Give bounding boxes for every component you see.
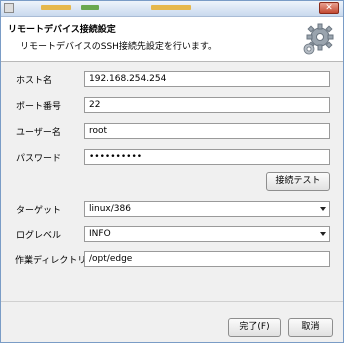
loglevel-select[interactable]: INFO: [84, 226, 330, 242]
page-title: リモートデバイス接続設定: [8, 25, 116, 35]
host-label: ホスト名: [16, 76, 53, 86]
target-label: ターゲット: [16, 206, 62, 216]
title-bar: ✕: [1, 1, 343, 17]
wizard-header: リモートデバイス接続設定 リモートデバイスのSSH接続先設定を行います。: [1, 17, 343, 62]
close-button[interactable]: ✕: [319, 2, 339, 14]
app-icon: [4, 3, 14, 13]
footer-divider: [1, 301, 343, 302]
target-value: linux/386: [89, 204, 131, 214]
port-label: ポート番号: [16, 102, 62, 112]
workdir-input[interactable]: /opt/edge: [84, 251, 330, 267]
loglevel-label: ログレベル: [16, 231, 62, 241]
chevron-down-icon: [320, 232, 326, 236]
dialog-window: ✕ リモートデバイス接続設定 リモートデバイスのSSH接続先設定を行います。 ホ…: [0, 0, 344, 343]
close-icon: ✕: [325, 3, 333, 13]
target-select[interactable]: linux/386: [84, 201, 330, 217]
cancel-button[interactable]: 取消: [288, 318, 333, 337]
titlebar-decoration: [41, 5, 71, 10]
connection-test-button[interactable]: 接続テスト: [266, 172, 330, 191]
titlebar-decoration: [151, 5, 191, 10]
password-label: パスワード: [16, 154, 62, 164]
host-input[interactable]: 192.168.254.254: [84, 71, 330, 87]
gear-icon: [303, 23, 334, 55]
titlebar-decoration: [81, 5, 99, 10]
workdir-label: 作業ディレクトリ: [15, 256, 87, 266]
chevron-down-icon: [320, 207, 326, 211]
port-input[interactable]: 22: [84, 97, 330, 113]
loglevel-value: INFO: [89, 229, 111, 239]
user-label: ユーザー名: [16, 128, 61, 138]
finish-button[interactable]: 完了(F): [228, 318, 281, 337]
password-input[interactable]: ••••••••••: [84, 149, 330, 165]
page-description: リモートデバイスのSSH接続先設定を行います。: [20, 42, 218, 52]
user-input[interactable]: root: [84, 123, 330, 139]
